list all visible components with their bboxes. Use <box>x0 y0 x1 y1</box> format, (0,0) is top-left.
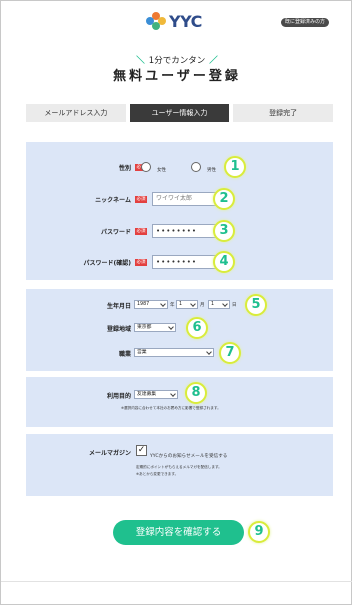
step-complete: 登録完了 <box>233 104 334 122</box>
step-email: メールアドレス入力 <box>26 104 126 122</box>
magazine-note-line1: 定期的にポイントがもらえるメルマガを配信します。 <box>136 465 222 469</box>
year-unit: 年 <box>170 303 175 308</box>
logo-text: YYC <box>169 11 202 31</box>
step-number-badge: 6 <box>186 317 208 339</box>
month-unit: 月 <box>200 303 205 308</box>
page-frame: YYC 既に登録済みの方 ＼ 1分でカンタン／ 無料ユーザー登録 メールアドレス入… <box>0 0 352 605</box>
chevron-down-icon <box>168 324 174 330</box>
occupation-row: 職業 必須 営業 7 <box>26 342 333 364</box>
password-confirm-label: パスワード(確認) <box>83 259 132 267</box>
day-unit: 日 <box>232 303 237 308</box>
purpose-label: 利用目的 <box>106 392 131 400</box>
magazine-note-line2: ※あとから変更できます。 <box>136 472 179 476</box>
step-user-info: ユーザー情報入力 <box>129 104 230 122</box>
region-select[interactable]: 東京都 <box>134 323 176 332</box>
magazine-checkbox-text[interactable]: YYCからのお知らせメールを受信する <box>150 453 227 459</box>
region-label: 登録地域 <box>106 325 131 333</box>
chevron-down-icon <box>190 301 196 307</box>
chevron-down-icon <box>170 391 176 397</box>
birthday-row: 生年月日 必須 1987 年 1 月 1 日 5 <box>26 294 333 316</box>
region-value: 東京都 <box>137 325 152 330</box>
birth-year-value: 1987 <box>137 302 150 307</box>
password-label: パスワード <box>100 228 131 236</box>
purpose-select[interactable]: 友達募集 <box>134 390 178 399</box>
chevron-down-icon <box>206 349 212 355</box>
nickname-label: ニックネーム <box>95 196 131 204</box>
chevron-down-icon <box>222 301 228 307</box>
step-number-badge: 3 <box>213 220 235 242</box>
login-link[interactable]: 既に登録済みの方 <box>280 18 329 27</box>
step-number-badge: 9 <box>248 521 270 543</box>
footer-divider <box>1 581 352 582</box>
birth-year-select[interactable]: 1987 <box>134 300 168 309</box>
password-confirm-row: パスワード(確認) 必須 •••••••• 4 <box>26 251 333 273</box>
magazine-panel: メールマガジン ✓ YYCからのお知らせメールを受信する 定期的にポイントがもら… <box>26 434 333 496</box>
occupation-select[interactable]: 営業 <box>134 348 214 357</box>
step-number-badge: 2 <box>213 188 235 210</box>
purpose-value: 友達募集 <box>137 392 157 397</box>
region-row: 登録地域 必須 東京都 6 <box>26 317 333 339</box>
profile-panel: 生年月日 必須 1987 年 1 月 1 日 5 登録地域 必須 東京都 6 職… <box>26 289 333 371</box>
basic-info-panel: 性別 必須 女性 男性 1 ニックネーム 必須 ワイワイ太郎 2 パスワード 必… <box>26 142 333 280</box>
magazine-checkbox[interactable]: ✓ <box>136 445 147 456</box>
clover-logo-icon <box>146 12 166 30</box>
required-badge: 必須 <box>135 227 147 235</box>
page-title: 無料ユーザー登録 <box>113 69 241 84</box>
step-number-badge: 4 <box>213 251 235 273</box>
gender-male-label: 男性 <box>207 168 216 173</box>
birth-month-select[interactable]: 1 <box>176 300 198 309</box>
step-number-badge: 7 <box>219 342 241 364</box>
occupation-value: 営業 <box>137 350 147 355</box>
progress-steps: メールアドレス入力 ユーザー情報入力 登録完了 <box>26 104 334 122</box>
required-badge: 必須 <box>135 258 147 266</box>
birth-month-value: 1 <box>179 302 183 307</box>
gender-female-radio[interactable] <box>141 162 151 172</box>
birthday-label: 生年月日 <box>106 302 131 310</box>
purpose-row: 利用目的 必須 友達募集 8 <box>26 382 333 404</box>
required-badge: 必須 <box>135 195 147 203</box>
yyc-logo[interactable]: YYC <box>146 11 202 31</box>
purpose-note: ※選択内容に合わせて本社のお薦め方に影響で登録されます。 <box>121 406 221 410</box>
confirm-submit-button[interactable]: 登録内容を確認する <box>113 520 244 545</box>
magazine-label: メールマガジン <box>88 450 131 457</box>
nickname-row: ニックネーム 必須 ワイワイ太郎 2 <box>26 188 333 210</box>
gender-male-radio[interactable] <box>191 162 201 172</box>
step-number-badge: 8 <box>185 382 207 404</box>
birth-day-value: 1 <box>211 302 215 307</box>
purpose-panel: 利用目的 必須 友達募集 8 ※選択内容に合わせて本社のお薦め方に影響で登録され… <box>26 377 333 427</box>
gender-row: 性別 必須 女性 男性 1 <box>26 156 333 178</box>
gender-label: 性別 <box>118 164 131 172</box>
step-number-badge: 5 <box>245 294 267 316</box>
step-number-badge: 1 <box>224 156 246 178</box>
birth-day-select[interactable]: 1 <box>208 300 230 309</box>
occupation-label: 職業 <box>118 350 131 358</box>
gender-female-label: 女性 <box>157 168 166 173</box>
password-row: パスワード 必須 •••••••• 3 <box>26 220 333 242</box>
chevron-down-icon <box>160 301 166 307</box>
